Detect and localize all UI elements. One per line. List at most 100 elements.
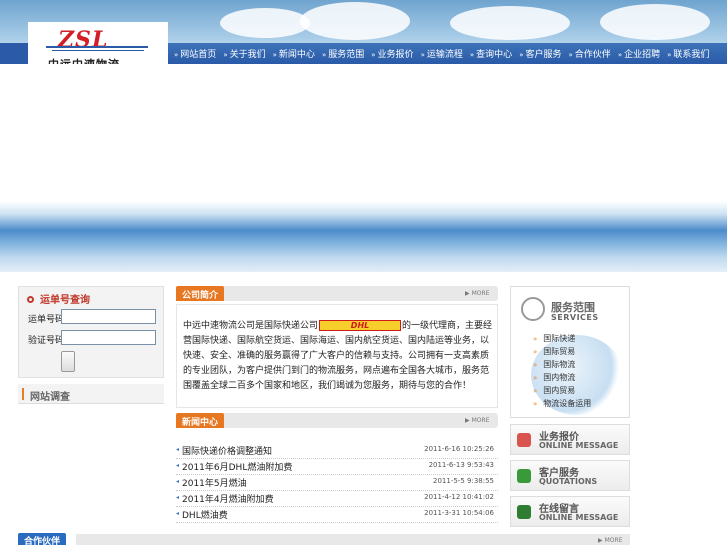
double-arrow-icon: » (469, 51, 475, 59)
circle-icon (27, 296, 34, 303)
service-item[interactable]: » 国际快递 (533, 333, 575, 344)
survey-panel: 网站调查 (18, 384, 164, 404)
news-tab[interactable]: 新闻中心 (176, 413, 225, 428)
double-arrow-icon: » (519, 51, 524, 59)
nav-item-home[interactable]: » 网站首页 (174, 47, 216, 60)
headset-icon (521, 297, 545, 321)
nav-label: 网站首页 (180, 50, 217, 60)
message-button[interactable]: 在线留言 ONLINE MESSAGE (510, 496, 630, 527)
tracking-title: 运单号查询 (27, 291, 90, 306)
intro-tab[interactable]: 公司简介 (176, 286, 225, 301)
nav-label: 查询中心 (476, 50, 513, 60)
bullet-icon: ◂ (176, 446, 180, 453)
news-item[interactable]: ◂ 2011年4月燃油附加费 2011-4-12 10:41:02 (176, 491, 498, 507)
partners-more-link[interactable]: ▶ MORE (598, 537, 622, 544)
service-label: 国际贸易 (543, 347, 576, 356)
nav-item-query[interactable]: » 查询中心 (470, 47, 512, 60)
news-item[interactable]: ◂ 2011年6月DHL燃油附加费 2011-6-13 9:53:43 (176, 459, 498, 475)
news-date: 2011-4-12 10:41:02 (424, 493, 494, 501)
nav-label: 新闻中心 (278, 50, 315, 60)
button-subtitle: ONLINE MESSAGE (539, 441, 619, 450)
button-subtitle: ONLINE MESSAGE (539, 513, 619, 522)
services-subtitle: SERVICES (551, 313, 599, 322)
nav-item-news[interactable]: » 新闻中心 (273, 47, 315, 60)
nav-item-support[interactable]: » 客户服务 (519, 47, 561, 60)
service-label: 物流设备运用 (543, 399, 592, 408)
header-stripe (0, 43, 28, 64)
tracking-panel: 运单号查询 运单号码 验证号码 (18, 286, 164, 378)
service-item[interactable]: » 国内物流 (533, 372, 575, 383)
news-item[interactable]: ◂ DHL燃油费 2011-3-31 10:54:06 (176, 507, 498, 523)
news-more-link[interactable]: ▶ MORE (465, 417, 489, 424)
cloud-decoration (600, 4, 710, 40)
service-label: 国内物流 (543, 373, 576, 382)
triangle-right-icon: ▶ (465, 290, 470, 297)
intro-panel: 中远中速物流公司是国际快递公司 DHL 的一级代理商，主要经营国际快递、国际航空货运… (176, 304, 498, 408)
nav-item-contact[interactable]: » 联系我们 (667, 47, 709, 60)
bullet-icon: ◂ (176, 510, 180, 517)
double-arrow-icon: » (223, 51, 228, 59)
intro-text-after: 的一级代理商，主要经营国际快递、国际航空货运、国际海运、国内航空货运、国内陆运等… (183, 321, 493, 391)
nav-label: 合作伙伴 (574, 50, 611, 60)
news-date: 2011-3-31 10:54:06 (424, 509, 494, 517)
more-label: MORE (471, 417, 490, 424)
nav-label: 关于我们 (229, 50, 266, 60)
intro-text: 中远中速物流公司是国际快递公司 DHL 的一级代理商，主要经营国际快递、国际航空货运… (183, 319, 493, 394)
cloud-decoration (450, 6, 570, 40)
double-arrow-icon: » (533, 348, 538, 356)
bullet-icon: ◂ (176, 494, 180, 501)
cloud-decoration (300, 2, 410, 40)
more-label: MORE (471, 290, 490, 297)
tracking-number-input[interactable] (61, 309, 156, 324)
double-arrow-icon: » (321, 51, 327, 59)
news-title[interactable]: 国际快递价格调整通知 (182, 444, 272, 457)
triangle-right-icon: ▶ (465, 417, 470, 424)
nav-item-partners[interactable]: » 合作伙伴 (569, 47, 611, 60)
news-title[interactable]: DHL燃油费 (182, 508, 228, 521)
service-label: 国际物流 (543, 360, 576, 369)
service-item[interactable]: » 国内贸易 (533, 385, 575, 396)
double-arrow-icon: » (533, 361, 538, 369)
service-item[interactable]: » 国际物流 (533, 359, 575, 370)
intro-text-before: 中远中速物流公司是国际快递公司 (183, 321, 319, 331)
services-panel: 服务范围 SERVICES » 国际快递 » 国际贸易 » 国际物流 » 国内物流 » 国… (510, 286, 630, 418)
double-arrow-icon: » (533, 335, 538, 343)
nav-item-process[interactable]: » 运输流程 (421, 47, 463, 60)
nav-label: 服务范围 (328, 50, 365, 60)
cloud-decoration (220, 8, 310, 38)
quote-icon (517, 433, 531, 447)
news-item[interactable]: ◂ 国际快递价格调整通知 2011-6-16 10:25:26 (176, 443, 498, 459)
banner (0, 64, 727, 272)
nav-label: 运输流程 (426, 50, 463, 60)
intro-header-bar (176, 286, 498, 301)
service-item[interactable]: » 物流设备运用 (533, 398, 591, 409)
news-date: 2011-6-13 9:53:43 (428, 461, 494, 469)
service-label: 国际快递 (543, 334, 576, 343)
service-icon (517, 469, 531, 483)
news-title[interactable]: 2011年6月DHL燃油附加费 (182, 460, 292, 473)
double-arrow-icon: » (272, 51, 277, 59)
news-title[interactable]: 2011年5月燃油 (182, 476, 247, 489)
survey-marker (22, 388, 24, 400)
nav-item-services[interactable]: » 服务范围 (322, 47, 364, 60)
double-arrow-icon: » (420, 51, 425, 59)
message-icon (517, 505, 531, 519)
main-nav: » 网站首页 » 关于我们 » 新闻中心 » 服务范围 » 业务报价 » 运输流程 » 查询中… (168, 43, 727, 64)
bullet-icon: ◂ (176, 462, 180, 469)
tracking-submit-button[interactable] (61, 351, 75, 372)
news-title[interactable]: 2011年4月燃油附加费 (182, 492, 274, 505)
verify-code-input[interactable] (61, 330, 156, 345)
nav-item-about[interactable]: » 关于我们 (223, 47, 265, 60)
service-item[interactable]: » 国际贸易 (533, 346, 575, 357)
nav-item-jobs[interactable]: » 企业招聘 (618, 47, 660, 60)
partners-tab[interactable]: 合作伙伴 (18, 533, 67, 547)
quote-button[interactable]: 业务报价 ONLINE MESSAGE (510, 424, 630, 455)
double-arrow-icon: » (371, 51, 376, 59)
nav-item-quote[interactable]: » 业务报价 (371, 47, 413, 60)
nav-label: 客户服务 (525, 50, 562, 60)
header: ZSL 中远中速物流 »网站首页 »关于我们 »新闻中心 »服务范围 »业务报价… (0, 0, 727, 64)
intro-more-link[interactable]: ▶ MORE (465, 290, 489, 297)
news-date: 2011-6-16 10:25:26 (424, 445, 494, 453)
customer-service-button[interactable]: 客户服务 QUOTATIONS (510, 460, 630, 491)
news-item[interactable]: ◂ 2011年5月燃油 2011-5-5 9:38:55 (176, 475, 498, 491)
